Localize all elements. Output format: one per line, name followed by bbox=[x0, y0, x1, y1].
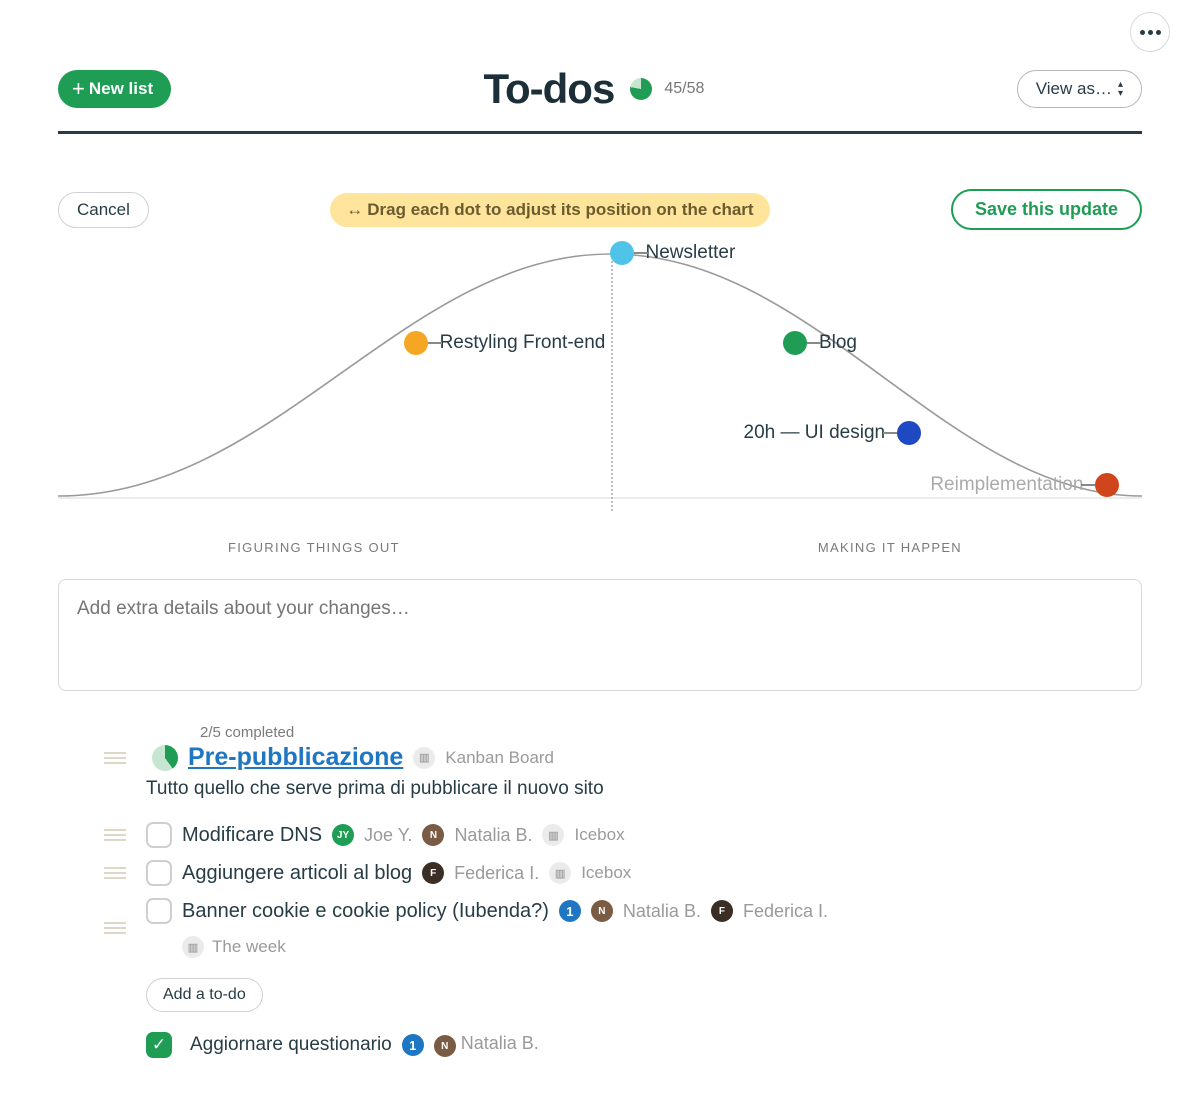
assignee-name: Federica I. bbox=[454, 863, 539, 884]
more-icon bbox=[1140, 30, 1145, 35]
assignee-name: Federica I. bbox=[743, 901, 828, 922]
update-details-input[interactable] bbox=[58, 579, 1142, 691]
todo-sub-row: ▥ The week bbox=[182, 934, 1142, 958]
avatar: F bbox=[711, 900, 733, 922]
new-list-label: New list bbox=[89, 79, 153, 99]
view-as-label: View as… bbox=[1036, 79, 1112, 99]
axis-right-label: MAKING IT HAPPEN bbox=[818, 540, 962, 555]
todo-text[interactable]: Modificare DNS bbox=[182, 824, 322, 847]
arrows-icon: ↔ bbox=[346, 200, 363, 220]
comment-count-badge[interactable]: 1 bbox=[559, 900, 581, 922]
drag-handle-icon[interactable] bbox=[104, 752, 126, 764]
todo-text[interactable]: Aggiornare questionario bbox=[190, 1034, 392, 1056]
column-chip-icon: ▥ bbox=[182, 936, 204, 958]
hill-chart-label: Newsletter bbox=[646, 242, 736, 264]
cancel-button[interactable]: Cancel bbox=[58, 192, 149, 228]
page-title: To-dos bbox=[483, 65, 614, 113]
column-chip-icon: ▥ bbox=[549, 862, 571, 884]
chart-connector bbox=[428, 342, 442, 344]
title-wrap: To-dos 45/58 bbox=[483, 65, 704, 113]
chart-connector bbox=[634, 252, 648, 254]
column-label: Icebox bbox=[574, 825, 624, 845]
axis-labels: FIGURING THINGS OUT MAKING IT HAPPEN bbox=[58, 528, 1142, 555]
list-progress: 2/5 completed bbox=[200, 724, 1142, 741]
chart-toolbar: Cancel ↔ Drag each dot to adjust its pos… bbox=[58, 189, 1142, 230]
todo-text[interactable]: Aggiungere articoli al blog bbox=[182, 862, 412, 885]
todo-checkbox-checked[interactable]: ✓ bbox=[146, 1032, 172, 1058]
chart-connector bbox=[807, 342, 821, 344]
sort-icon bbox=[1118, 81, 1123, 98]
list-header: Pre-pubblicazione ▥ Kanban Board bbox=[146, 743, 1142, 772]
hint-text: Drag each dot to adjust its position on … bbox=[367, 200, 753, 220]
assignee-name: Natalia B. bbox=[456, 1033, 539, 1053]
list-title-link[interactable]: Pre-pubblicazione bbox=[188, 743, 403, 772]
more-menu-button[interactable] bbox=[1130, 12, 1170, 52]
drag-hint: ↔ Drag each dot to adjust its position o… bbox=[330, 193, 769, 227]
column-chip-icon: ▥ bbox=[542, 824, 564, 846]
column-label: Icebox bbox=[581, 863, 631, 883]
todo-checkbox[interactable] bbox=[146, 822, 172, 848]
completed-todo-row: ✓ Aggiornare questionario 1 N Natalia B. bbox=[146, 1026, 1142, 1064]
todo-row: Aggiungere articoli al blog F Federica I.… bbox=[146, 854, 1142, 892]
header: + New list To-dos 45/58 View as… bbox=[58, 10, 1142, 134]
hill-chart-label: Restyling Front-end bbox=[440, 332, 606, 354]
list-board-label: Kanban Board bbox=[445, 748, 554, 768]
hill-chart-dot[interactable] bbox=[1095, 473, 1119, 497]
hill-chart-dot[interactable] bbox=[404, 331, 428, 355]
progress-count: 45/58 bbox=[664, 80, 704, 98]
save-update-button[interactable]: Save this update bbox=[951, 189, 1142, 230]
axis-left-label: FIGURING THINGS OUT bbox=[228, 540, 400, 555]
drag-handle-icon[interactable] bbox=[104, 829, 126, 841]
hill-chart-label: Blog bbox=[819, 332, 857, 354]
comment-count-badge[interactable]: 1 bbox=[402, 1034, 424, 1056]
drag-handle-icon[interactable] bbox=[104, 867, 126, 879]
avatar: N bbox=[591, 900, 613, 922]
assignee-name: Joe Y. bbox=[364, 825, 412, 846]
todo-text[interactable]: Banner cookie e cookie policy (Iubenda?) bbox=[182, 900, 549, 923]
chart-connector bbox=[883, 432, 897, 434]
hill-chart-dot[interactable] bbox=[897, 421, 921, 445]
drag-handle-icon[interactable] bbox=[104, 922, 126, 934]
assignee-name: Natalia B. bbox=[623, 901, 701, 922]
avatar: N bbox=[434, 1035, 456, 1057]
progress-pie-icon bbox=[630, 78, 652, 100]
hill-chart: Restyling Front-end Newsletter Blog 20h — U… bbox=[58, 236, 1142, 526]
todo-list-section: 2/5 completed Pre-pubblicazione ▥ Kanban… bbox=[58, 724, 1142, 1064]
new-list-button[interactable]: + New list bbox=[58, 70, 171, 108]
todo-row: Banner cookie e cookie policy (Iubenda?)… bbox=[146, 892, 1142, 964]
hill-chart-dot[interactable] bbox=[783, 331, 807, 355]
add-todo-button[interactable]: Add a to-do bbox=[146, 978, 263, 1012]
board-chip-icon: ▥ bbox=[413, 747, 435, 769]
todo-checkbox[interactable] bbox=[146, 860, 172, 886]
hill-chart-label: Reimplementation bbox=[930, 474, 1083, 496]
column-label: The week bbox=[212, 937, 286, 957]
chart-connector bbox=[1081, 484, 1095, 486]
todo-row: Modificare DNS JY Joe Y. N Natalia B. ▥ I… bbox=[146, 816, 1142, 854]
chart-center-line bbox=[611, 254, 613, 511]
view-as-button[interactable]: View as… bbox=[1017, 70, 1142, 108]
list-description: Tutto quello che serve prima di pubblica… bbox=[146, 778, 1142, 800]
hill-chart-dot[interactable] bbox=[610, 241, 634, 265]
avatar: F bbox=[422, 862, 444, 884]
avatar: JY bbox=[332, 824, 354, 846]
todo-checkbox[interactable] bbox=[146, 898, 172, 924]
avatar: N bbox=[422, 824, 444, 846]
plus-icon: + bbox=[72, 78, 85, 100]
hill-chart-label: 20h — UI design bbox=[744, 422, 886, 444]
assignee-name: Natalia B. bbox=[454, 825, 532, 846]
list-progress-pie-icon bbox=[152, 745, 178, 771]
